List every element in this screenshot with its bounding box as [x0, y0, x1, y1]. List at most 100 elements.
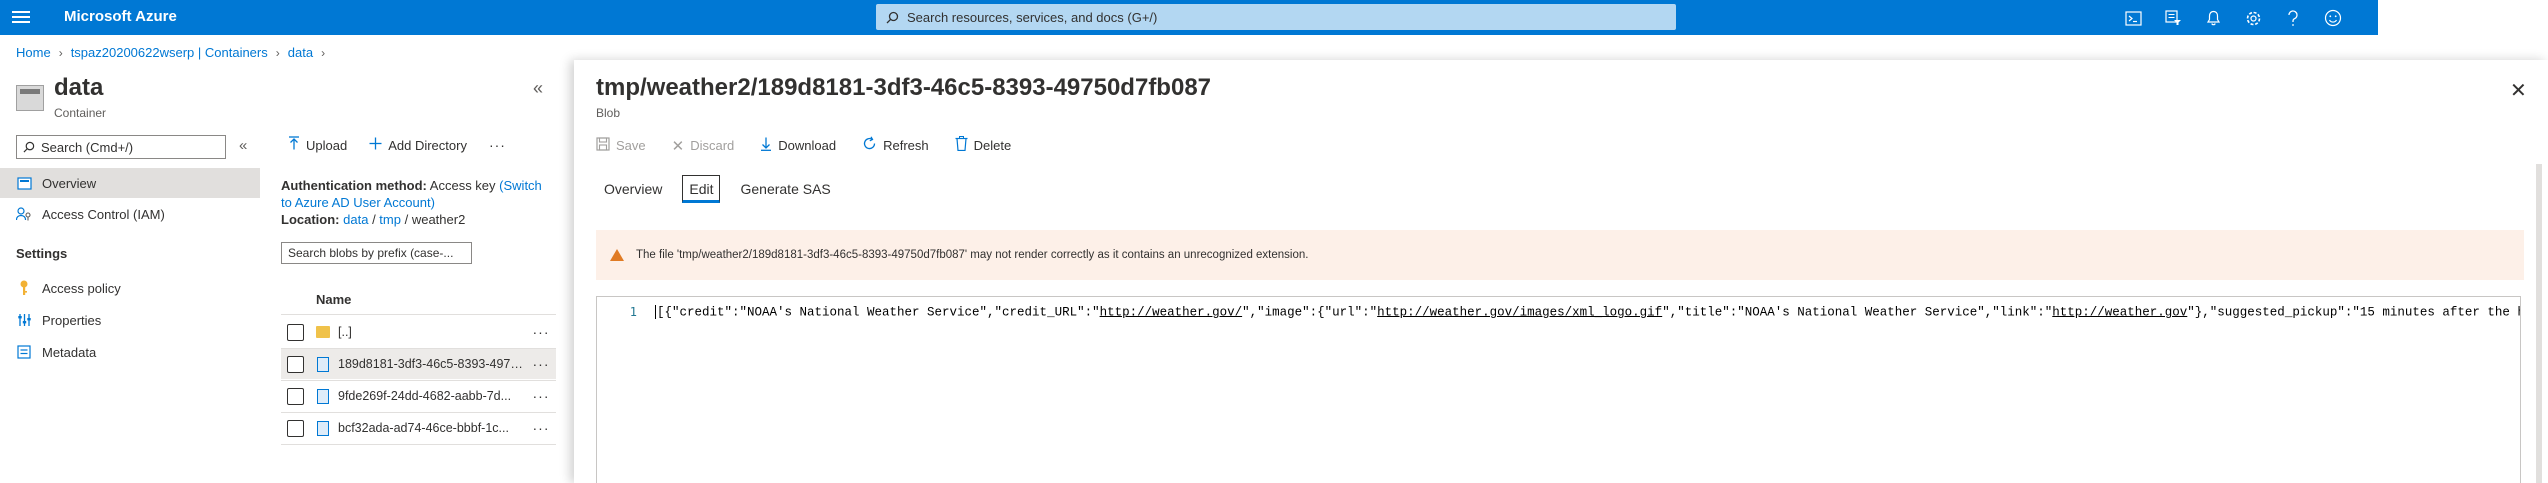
settings-icon[interactable] [2240, 5, 2266, 31]
key-icon [16, 280, 32, 296]
trash-icon [955, 136, 968, 155]
add-directory-button[interactable]: Add Directory [369, 137, 467, 154]
page-subtitle: Container [54, 106, 107, 120]
row-checkbox[interactable] [287, 419, 304, 437]
nav-search-input[interactable]: Search (Cmd+/) [16, 135, 226, 159]
delete-button[interactable]: Delete [955, 136, 1011, 155]
chevron-right-icon: › [58, 45, 63, 60]
row-name[interactable]: bcf32ada-ad74-46ce-bbbf-1c... [338, 421, 526, 435]
feedback-icon[interactable] [2320, 5, 2346, 31]
code-segment: [{"credit":"NOAA's National Weather Serv… [657, 305, 1100, 320]
row-more-icon[interactable]: ··· [526, 388, 556, 404]
cloud-shell-icon[interactable] [2120, 5, 2146, 31]
row-checkbox[interactable] [287, 355, 304, 373]
row-more-icon[interactable]: ··· [526, 324, 556, 340]
close-icon[interactable]: ✕ [2510, 78, 2527, 103]
row-checkbox[interactable] [287, 323, 304, 341]
breadcrumb-container[interactable]: data [288, 45, 313, 60]
save-label: Save [616, 138, 646, 153]
row-name[interactable]: 189d8181-3df3-46c5-8393-49750d7fb087 [338, 357, 526, 371]
discard-button[interactable]: ✕ Discard [672, 137, 735, 155]
table-row[interactable]: 9fde269f-24dd-4682-aabb-7d... ··· [281, 381, 556, 411]
refresh-button[interactable]: Refresh [862, 136, 929, 155]
container-icon [16, 85, 44, 111]
row-name[interactable]: 9fde269f-24dd-4682-aabb-7d... [338, 389, 526, 403]
text-cursor [655, 305, 656, 319]
collapse-nav-icon[interactable]: « [239, 137, 247, 154]
code-segment: ","image":{"url":" [1242, 305, 1378, 320]
code-line[interactable]: [{"credit":"NOAA's National Weather Serv… [655, 305, 2520, 320]
blade-tabs: Overview Edit Generate SAS [596, 175, 851, 203]
row-divider [281, 444, 556, 445]
more-actions-button[interactable]: ··· [489, 137, 506, 153]
download-label: Download [778, 138, 837, 153]
page-title: data [54, 74, 104, 101]
location-label: Location: [281, 212, 340, 227]
auth-info: Authentication method: Access key (Switc… [281, 177, 556, 228]
row-more-icon[interactable]: ··· [526, 356, 556, 372]
blob-list-toolbar: Upload Add Directory ··· [288, 136, 506, 154]
location-link-data[interactable]: data [343, 212, 368, 227]
blob-editor-blade: tmp/weather2/189d8181-3df3-46c5-8393-497… [574, 60, 2548, 483]
location-link-tmp[interactable]: tmp [379, 212, 401, 227]
sidebar-item-properties[interactable]: Properties [0, 305, 260, 335]
table-row[interactable]: [..] ··· [281, 317, 556, 347]
brand-title[interactable]: Microsoft Azure [64, 8, 177, 25]
global-search-input[interactable]: Search resources, services, and docs (G+… [876, 4, 1676, 30]
save-button[interactable]: Save [596, 136, 646, 155]
code-editor[interactable]: 1 [{"credit":"NOAA's National Weather Se… [596, 296, 2521, 483]
table-row[interactable]: 189d8181-3df3-46c5-8393-49750d7fb087 ··· [281, 349, 556, 379]
blob-prefix-search-input[interactable]: Search blobs by prefix (case-... [281, 242, 472, 264]
sidebar-item-access-control[interactable]: Access Control (IAM) [0, 199, 260, 229]
help-icon[interactable] [2280, 5, 2306, 31]
settings-section-header: Settings [16, 246, 68, 261]
plus-icon [369, 137, 382, 154]
collapse-panel-icon[interactable]: « [533, 78, 543, 99]
download-icon [760, 137, 772, 155]
auth-method-value: Access key [429, 178, 496, 193]
sidebar-item-access-policy[interactable]: Access policy [0, 273, 260, 303]
file-icon [316, 356, 330, 372]
tab-generate-sas[interactable]: Generate SAS [732, 175, 838, 203]
upload-label: Upload [306, 137, 348, 153]
breadcrumb-home[interactable]: Home [16, 45, 51, 60]
hamburger-menu-icon[interactable] [12, 8, 30, 26]
blade-title: tmp/weather2/189d8181-3df3-46c5-8393-497… [596, 74, 1212, 101]
table-row[interactable]: bcf32ada-ad74-46ce-bbbf-1c... ··· [281, 413, 556, 443]
row-checkbox[interactable] [287, 387, 304, 405]
tab-overview[interactable]: Overview [596, 175, 670, 203]
row-name[interactable]: [..] [338, 325, 526, 339]
discard-icon: ✕ [671, 137, 685, 155]
line-number: 1 [629, 305, 637, 319]
column-header-name[interactable]: Name [316, 292, 351, 307]
warning-text: The file 'tmp/weather2/189d8181-3df3-46c… [636, 249, 1309, 261]
upload-button[interactable]: Upload [288, 136, 347, 154]
notifications-icon[interactable] [2200, 5, 2226, 31]
save-icon [596, 136, 610, 155]
sidebar-item-label: Metadata [42, 344, 97, 360]
auth-method-label: Authentication method: [281, 178, 427, 193]
breadcrumb-storage-account[interactable]: tspaz20200622wserp | Containers [71, 45, 268, 60]
upload-icon [288, 136, 300, 154]
file-icon [316, 388, 330, 404]
discard-label: Discard [690, 138, 735, 153]
download-button[interactable]: Download [760, 137, 836, 155]
sidebar-item-label: Overview [42, 175, 97, 191]
code-link[interactable]: http://weather.gov/ [1100, 305, 1243, 319]
blade-subtitle: Blob [596, 106, 621, 120]
code-link[interactable]: http://weather.gov/images/xml_logo.gif [1377, 305, 1662, 319]
warning-icon [610, 249, 624, 261]
sidebar-item-metadata[interactable]: Metadata [0, 337, 260, 367]
row-more-icon[interactable]: ··· [526, 420, 556, 436]
header-divider [281, 314, 556, 315]
blade-scrollbar[interactable] [2536, 164, 2542, 483]
refresh-label: Refresh [883, 138, 929, 153]
sidebar-item-overview[interactable]: Overview [0, 168, 260, 198]
chevron-right-icon: › [275, 45, 280, 60]
code-link[interactable]: http://weather.gov [2052, 305, 2187, 319]
folder-icon [316, 324, 330, 340]
add-directory-label: Add Directory [388, 137, 467, 153]
sidebar-item-label: Access Control (IAM) [42, 206, 165, 222]
directory-filter-icon[interactable] [2160, 5, 2186, 31]
tab-edit[interactable]: Edit [682, 175, 721, 203]
